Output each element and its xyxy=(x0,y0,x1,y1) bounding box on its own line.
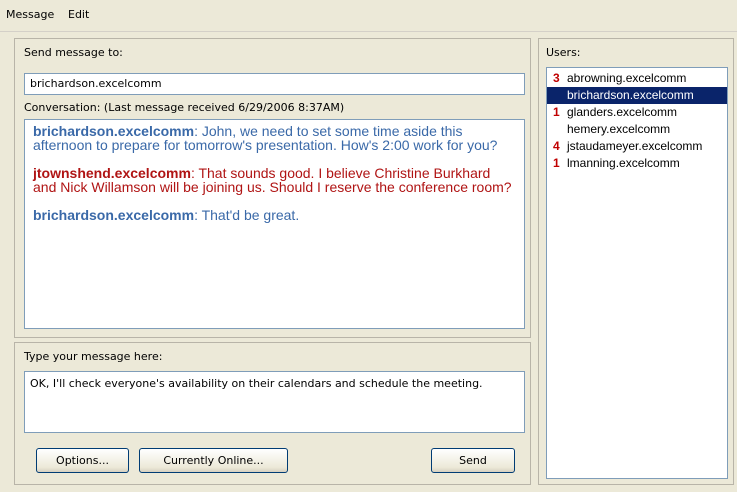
user-name: brichardson.excelcomm xyxy=(567,88,694,102)
user-name: abrowning.excelcomm xyxy=(567,71,687,85)
menu-edit[interactable]: Edit xyxy=(68,8,89,21)
user-item[interactable]: 1 lmanning.excelcomm xyxy=(547,155,727,172)
users-panel: Users: 3 abrowning.excelcomm brichardson.… xyxy=(538,38,734,485)
unread-count-badge: 3 xyxy=(553,71,560,85)
message-input[interactable]: OK, I'll check everyone's availability o… xyxy=(24,371,525,433)
conversation-message: brichardson.excelcomm: That'd be great. xyxy=(33,208,516,222)
menu-message[interactable]: Message xyxy=(6,8,54,21)
main-area: Send message to: brichardson.excelcomm C… xyxy=(0,32,737,492)
conversation-label: Conversation: (Last message received 6/2… xyxy=(24,101,345,114)
currently-online-button[interactable]: Currently Online... xyxy=(139,448,288,473)
options-button[interactable]: Options... xyxy=(36,448,129,473)
user-item[interactable]: 1 glanders.excelcomm xyxy=(547,104,727,121)
user-name: hemery.excelcomm xyxy=(567,122,671,136)
users-list[interactable]: 3 abrowning.excelcomm brichardson.excelco… xyxy=(546,67,728,479)
compose-panel: Type your message here: OK, I'll check e… xyxy=(14,342,531,485)
send-to-label: Send message to: xyxy=(24,46,123,59)
messenger-window: Message Edit Send message to: brichardso… xyxy=(0,0,737,492)
user-name: lmanning.excelcomm xyxy=(567,156,680,170)
unread-count-badge: 1 xyxy=(553,156,560,170)
user-name: glanders.excelcomm xyxy=(567,105,678,119)
conversation-view[interactable]: brichardson.excelcomm: John, we need to … xyxy=(24,119,525,329)
recipient-field[interactable]: brichardson.excelcomm xyxy=(24,73,525,95)
message-text: : That'd be great. xyxy=(194,207,300,223)
conversation-message: brichardson.excelcomm: John, we need to … xyxy=(33,124,516,152)
user-item-selected[interactable]: brichardson.excelcomm xyxy=(547,87,727,104)
conversation-message: jtownshend.excelcomm: That sounds good. … xyxy=(33,166,516,194)
send-button[interactable]: Send xyxy=(431,448,515,473)
unread-count-badge: 1 xyxy=(553,105,560,119)
message-sender: brichardson.excelcomm xyxy=(33,207,195,223)
users-label: Users: xyxy=(546,46,581,59)
user-item[interactable]: hemery.excelcomm xyxy=(547,121,727,138)
user-item[interactable]: 3 abrowning.excelcomm xyxy=(547,70,727,87)
conversation-panel: Send message to: brichardson.excelcomm C… xyxy=(14,38,531,338)
user-item[interactable]: 4 jstaudameyer.excelcomm xyxy=(547,138,727,155)
compose-label: Type your message here: xyxy=(24,350,163,363)
menu-bar: Message Edit xyxy=(0,0,737,32)
user-name: jstaudameyer.excelcomm xyxy=(567,139,703,153)
unread-count-badge: 4 xyxy=(553,139,560,153)
